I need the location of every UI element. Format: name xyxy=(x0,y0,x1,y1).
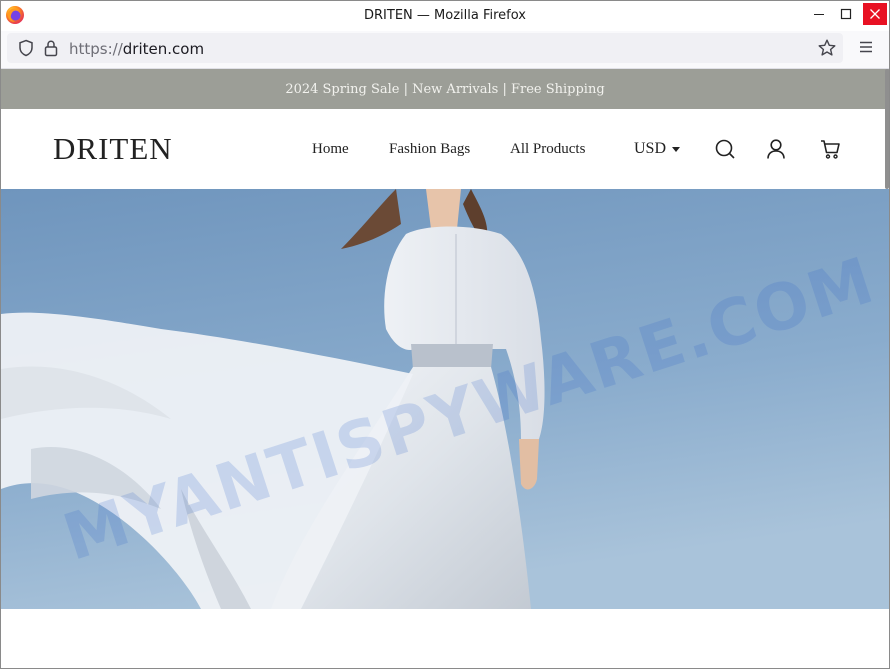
title-bar: DRITEN — Mozilla Firefox xyxy=(1,1,889,31)
maximize-button[interactable] xyxy=(834,3,858,25)
navigation-toolbar: https://driten.com xyxy=(1,31,889,69)
page-scrollbar[interactable] xyxy=(885,69,889,189)
caret-down-icon xyxy=(672,147,681,152)
hero-image: MYANTISPYWARE.COM xyxy=(1,189,889,609)
maximize-icon xyxy=(840,8,852,20)
nav-all-products[interactable]: All Products xyxy=(510,141,585,158)
url-scheme: https:// xyxy=(69,40,123,58)
window-title: DRITEN — Mozilla Firefox xyxy=(364,8,526,23)
browser-window: DRITEN — Mozilla Firefox https://driten.… xyxy=(0,0,890,669)
cart-icon[interactable] xyxy=(819,138,841,160)
tracking-protection-shield-icon[interactable] xyxy=(17,39,35,57)
brand-logo[interactable]: DRITEN xyxy=(53,131,173,167)
currency-label: USD xyxy=(634,140,667,157)
lock-icon[interactable] xyxy=(43,39,59,57)
nav-fashion-bags[interactable]: Fashion Bags xyxy=(389,141,470,158)
close-button[interactable] xyxy=(863,3,887,25)
search-icon[interactable] xyxy=(714,138,736,160)
hero-banner[interactable]: MYANTISPYWARE.COM xyxy=(1,189,889,609)
close-icon xyxy=(870,9,880,19)
bookmark-star-icon[interactable] xyxy=(817,38,837,58)
account-icon[interactable] xyxy=(765,138,787,160)
nav-home[interactable]: Home xyxy=(312,141,349,158)
url-bar[interactable]: https://driten.com xyxy=(7,33,843,63)
minimize-icon xyxy=(814,14,824,15)
minimize-button[interactable] xyxy=(807,3,831,25)
hamburger-menu-icon[interactable] xyxy=(857,39,875,55)
site-header: DRITEN Home Fashion Bags All Products US… xyxy=(1,109,889,189)
web-page: 2024 Spring Sale | New Arrivals | Free S… xyxy=(1,69,889,668)
announcement-bar: 2024 Spring Sale | New Arrivals | Free S… xyxy=(1,69,889,109)
currency-selector[interactable]: USD xyxy=(634,140,681,158)
url-text[interactable]: https://driten.com xyxy=(69,40,204,58)
announcement-text: 2024 Spring Sale | New Arrivals | Free S… xyxy=(285,81,605,97)
url-host: driten.com xyxy=(122,40,205,58)
